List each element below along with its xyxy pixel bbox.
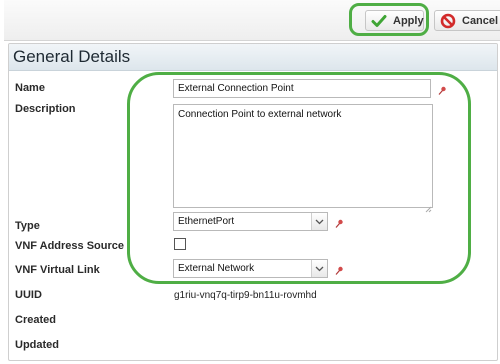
- no-entry-icon: [440, 13, 456, 29]
- checkmark-icon: [371, 13, 387, 29]
- chevron-down-icon[interactable]: [311, 213, 327, 230]
- general-details-page: Apply Cancel General Details Name Descri…: [0, 0, 500, 364]
- created-label: Created: [15, 314, 56, 326]
- required-pin-icon: [334, 216, 344, 228]
- chevron-down-icon[interactable]: [311, 260, 327, 277]
- vnf-address-source-label: VNF Address Source: [15, 240, 125, 252]
- apply-label: Apply: [393, 14, 424, 27]
- type-select[interactable]: EthernetPort: [173, 212, 328, 231]
- uuid-label: UUID: [15, 289, 42, 301]
- name-field[interactable]: [173, 79, 431, 98]
- vnf-virtual-link-select[interactable]: External Network: [173, 259, 328, 278]
- name-label: Name: [15, 82, 45, 94]
- apply-button[interactable]: Apply: [365, 10, 424, 31]
- panel-header: General Details: [9, 44, 497, 71]
- cancel-label: Cancel: [462, 14, 499, 27]
- updated-label: Updated: [15, 339, 59, 351]
- vnf-address-source-checkbox[interactable]: [174, 238, 186, 250]
- cancel-button[interactable]: Cancel: [434, 10, 500, 31]
- type-label: Type: [15, 220, 40, 232]
- description-label: Description: [15, 103, 76, 115]
- type-select-value: EthernetPort: [178, 216, 235, 227]
- vnf-virtual-link-label: VNF Virtual Link: [15, 264, 100, 276]
- uuid-value: g1riu-vnq7q-tirp9-bn11u-rovmhd: [174, 290, 317, 301]
- description-field[interactable]: Connection Point to external network: [173, 104, 433, 208]
- vnf-virtual-link-select-value: External Network: [178, 263, 255, 274]
- toolbar: Apply Cancel: [4, 0, 500, 41]
- required-pin-icon: [334, 263, 344, 275]
- required-pin-icon: [437, 83, 447, 95]
- panel-title: General Details: [13, 47, 131, 66]
